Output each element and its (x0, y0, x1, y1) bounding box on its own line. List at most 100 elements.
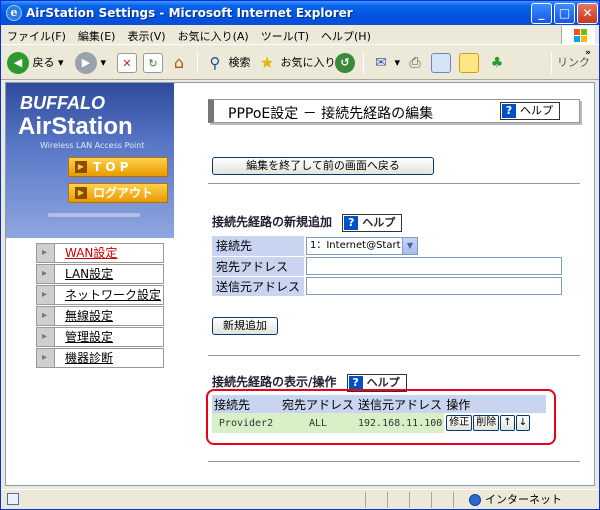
side-menu: WAN設定 LAN設定 ネットワーク設定 無線設定 管理設定 (36, 243, 164, 369)
add-route-button[interactable]: 新規追加 (212, 317, 278, 335)
stop-button[interactable]: ✕ (117, 51, 137, 75)
history-button[interactable]: ↺ (335, 51, 355, 75)
new-route-section-title: 接続先経路の新規追加 ? ヘルプ (212, 213, 403, 232)
move-down-button[interactable]: ↓ (515, 415, 531, 431)
forward-button[interactable]: ▶ ▾ (75, 51, 106, 75)
help-label: ヘルプ (366, 375, 400, 389)
sidebar-item-network[interactable]: ネットワーク設定 (36, 285, 164, 305)
menu-help[interactable]: ヘルプ(H) (315, 25, 377, 45)
connection-select-value: 1：Internet@Start (310, 240, 401, 251)
src-address-input[interactable] (306, 277, 562, 295)
sidebar-item-wan[interactable]: WAN設定 (36, 243, 164, 263)
left-panel: BUFFALO AirStation Wireless LAN Access P… (6, 83, 174, 485)
help-icon: ? (348, 375, 363, 390)
title-bar[interactable]: e AirStation Settings - Microsoft Intern… (1, 1, 599, 25)
col-connection: 接続先 (212, 395, 280, 413)
edit-page-button[interactable] (431, 51, 451, 75)
help-label: ヘルプ (362, 215, 396, 229)
discuss-button[interactable] (459, 51, 479, 75)
help-icon: ? (502, 104, 516, 118)
menu-bullet-icon (37, 286, 55, 304)
history-icon: ↺ (335, 53, 355, 73)
sidebar-item-label: 無線設定 (65, 309, 114, 323)
sidebar-item-lan[interactable]: LAN設定 (36, 264, 164, 284)
page-content: BUFFALO AirStation Wireless LAN Access P… (5, 82, 595, 486)
favorites-button[interactable]: ★ お気に入り (257, 51, 336, 75)
sidebar-item-label: 管理設定 (65, 330, 114, 344)
col-src: 送信元アドレス (356, 395, 445, 413)
sidebar-item-admin[interactable]: 管理設定 (36, 327, 164, 347)
move-up-button[interactable]: ↑ (500, 415, 515, 431)
arrow-icon: ▶ (75, 187, 87, 199)
arrow-icon: ▶ (75, 161, 87, 173)
airstation-logo: AirStation (18, 113, 133, 140)
menu-tools[interactable]: ツール(T) (255, 25, 315, 45)
close-button[interactable]: ✕ (577, 3, 598, 24)
sidebar-item-label: 機器診断 (65, 351, 114, 365)
table-row: Provider2 ALL 192.168.11.100 修正 削除 ↑ ↓ (212, 413, 547, 433)
row-dest: ALL (280, 413, 356, 433)
page-header: PPPoE設定 － 接続先経路の編集 ? ヘルプ (208, 99, 580, 123)
row-ops: 修正 削除 ↑ ↓ (444, 413, 547, 433)
home-button[interactable]: ⌂ (169, 51, 189, 75)
refresh-button[interactable]: ↻ (143, 51, 163, 75)
sidebar-item-label: LAN設定 (65, 267, 114, 281)
product-subtitle: Wireless LAN Access Point (40, 141, 145, 150)
print-button[interactable]: ⎙ (405, 51, 425, 75)
menu-view[interactable]: 表示(V) (121, 25, 171, 45)
menu-favorites[interactable]: お気に入り(A) (172, 25, 255, 45)
globe-icon (469, 494, 481, 506)
back-button[interactable]: ◀ 戻る ▾ (7, 51, 64, 75)
help-button[interactable]: ? ヘルプ (500, 102, 560, 120)
decorative-line (48, 213, 140, 217)
messenger-button[interactable]: ♣ (487, 51, 507, 75)
row-connection: Provider2 (212, 413, 280, 433)
sidebar-item-label: ネットワーク設定 (65, 288, 162, 302)
stop-icon: ✕ (117, 53, 137, 73)
route-table: 接続先 宛先アドレス 送信元アドレス 操作 Provider2 ALL 192.… (212, 395, 547, 433)
star-icon: ★ (259, 53, 275, 72)
sidebar-item-diagnostics[interactable]: 機器診断 (36, 348, 164, 368)
note-icon (459, 53, 479, 73)
help-label: ヘルプ (520, 104, 553, 117)
top-button[interactable]: ▶ T O P (68, 157, 168, 177)
connection-label: 接続先 (212, 236, 304, 257)
page-title: PPPoE設定 － 接続先経路の編集 (228, 106, 434, 122)
search-button[interactable]: ⚲ 検索 (205, 51, 251, 75)
mail-icon: ✉ (375, 55, 387, 71)
chevron-down-icon: ▼ (402, 238, 417, 254)
dest-address-label: 宛先アドレス (212, 256, 304, 277)
divider (208, 461, 580, 462)
edit-page-icon (431, 53, 451, 73)
back-to-previous-button[interactable]: 編集を終了して前の画面へ戻る (212, 157, 434, 175)
menu-edit[interactable]: 編集(E) (72, 25, 122, 45)
table-header-row: 接続先 宛先アドレス 送信元アドレス 操作 (212, 395, 547, 413)
brand-area: BUFFALO AirStation Wireless LAN Access P… (6, 83, 174, 238)
maximize-button[interactable]: □ (554, 3, 575, 24)
row-src: 192.168.11.100 (356, 413, 445, 433)
edit-button[interactable]: 修正 (446, 415, 473, 431)
logout-button-label: ログアウト (93, 186, 154, 200)
connection-select[interactable]: 1：Internet@Start ▼ (306, 237, 418, 255)
menu-bullet-icon (37, 307, 55, 325)
delete-button[interactable]: 削除 (473, 415, 500, 431)
dest-address-input[interactable] (306, 257, 562, 275)
mail-button[interactable]: ✉ ▾ (371, 51, 400, 75)
search-label: 検索 (228, 56, 251, 69)
sidebar-item-wireless[interactable]: 無線設定 (36, 306, 164, 326)
window-title: AirStation Settings - Microsoft Internet… (26, 6, 353, 20)
logout-button[interactable]: ▶ ログアウト (68, 183, 168, 203)
zone-label: インターネット (485, 493, 562, 506)
help-icon: ? (344, 215, 359, 230)
help-button[interactable]: ? ヘルプ (342, 213, 403, 232)
chevron-right-icon[interactable]: » (585, 48, 591, 58)
toolbar: ◀ 戻る ▾ ▶ ▾ ✕ ↻ ⌂ ⚲ 検索 ★ お気に入り ↺ ✉ ▾ ⎙ ♣ … (1, 46, 599, 80)
main-panel: PPPoE設定 － 接続先経路の編集 ? ヘルプ 編集を終了して前の画面へ戻る 接… (174, 83, 594, 485)
page-icon (7, 493, 19, 505)
print-icon: ⎙ (409, 55, 421, 71)
favorites-label: お気に入り (280, 56, 336, 69)
windows-logo-icon (561, 26, 595, 44)
top-button-label: T O P (93, 160, 129, 174)
menu-file[interactable]: ファイル(F) (1, 25, 72, 45)
minimize-button[interactable]: _ (531, 3, 552, 24)
